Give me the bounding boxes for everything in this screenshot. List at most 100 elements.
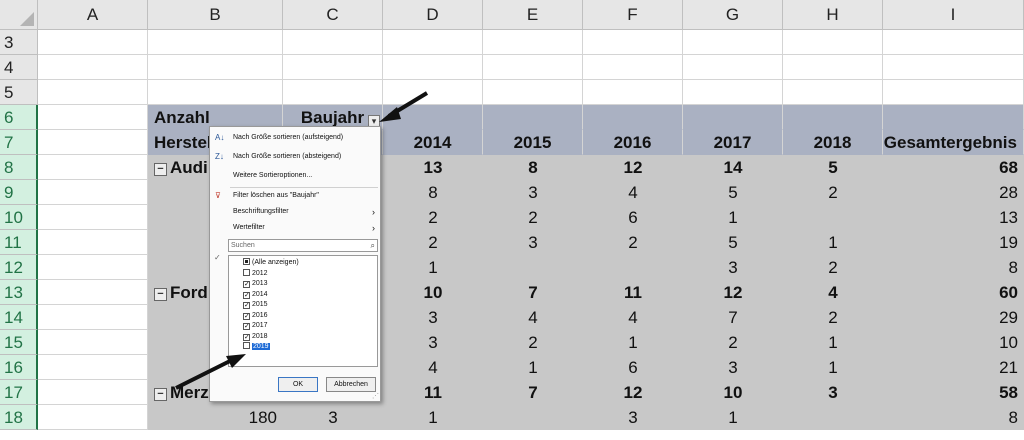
cell-h10[interactable]: [783, 205, 883, 230]
row-header-14[interactable]: 14: [0, 305, 38, 330]
label-filter-item[interactable]: Beschriftungsfilter ›: [210, 204, 380, 220]
cell-f11[interactable]: 2: [583, 230, 683, 255]
cell-e15[interactable]: 2: [483, 330, 583, 355]
cell-d13[interactable]: 10: [383, 280, 483, 305]
cell-d9[interactable]: 8: [383, 180, 483, 205]
cell-g13[interactable]: 12: [683, 280, 783, 305]
cell-e4[interactable]: [483, 55, 583, 80]
cell-f8[interactable]: 12: [583, 155, 683, 180]
more-sort-options-item[interactable]: Weitere Sortieroptionen...: [210, 168, 380, 184]
clear-filter-item[interactable]: ⊽ Filter löschen aus "Baujahr": [210, 188, 380, 204]
row-header-16[interactable]: 16: [0, 355, 38, 380]
column-header-c[interactable]: C: [283, 0, 383, 30]
row-header-12[interactable]: 12: [0, 255, 38, 280]
filter-item-2015[interactable]: ✓ 2015: [243, 300, 268, 310]
cell-g14[interactable]: 7: [683, 305, 783, 330]
cell-h8[interactable]: 5: [783, 155, 883, 180]
cell-d7[interactable]: 2014: [383, 130, 483, 155]
cell-d18[interactable]: 1: [383, 405, 483, 430]
cell-e6[interactable]: [483, 105, 583, 130]
cell-d14[interactable]: 3: [383, 305, 483, 330]
cell-h14[interactable]: 2: [783, 305, 883, 330]
cell-a5[interactable]: [38, 80, 148, 105]
row-header-3[interactable]: 3: [0, 30, 38, 55]
sort-ascending-item[interactable]: A↓ Nach Größe sortieren (aufsteigend): [210, 130, 380, 146]
cell-a13[interactable]: [38, 280, 148, 305]
cell-a16[interactable]: [38, 355, 148, 380]
row-header-8[interactable]: 8: [0, 155, 38, 180]
cell-i17[interactable]: 58: [883, 380, 1024, 405]
resize-grip-icon[interactable]: ⋰: [372, 392, 379, 400]
cell-f13[interactable]: 11: [583, 280, 683, 305]
cell-d10[interactable]: 2: [383, 205, 483, 230]
cell-i7[interactable]: Gesamtergebnis: [883, 130, 1024, 155]
column-header-f[interactable]: F: [583, 0, 683, 30]
cell-a10[interactable]: [38, 205, 148, 230]
cell-f17[interactable]: 12: [583, 380, 683, 405]
cancel-button[interactable]: Abbrechen: [326, 377, 376, 392]
cell-f7[interactable]: 2016: [583, 130, 683, 155]
ok-button[interactable]: OK: [278, 377, 318, 392]
cell-i6[interactable]: [883, 105, 1024, 130]
cell-b5[interactable]: [148, 80, 283, 105]
checkbox[interactable]: ✓: [243, 312, 250, 320]
column-header-g[interactable]: G: [683, 0, 783, 30]
cell-a14[interactable]: [38, 305, 148, 330]
cell-g10[interactable]: 1: [683, 205, 783, 230]
checkbox[interactable]: ✓: [243, 323, 250, 330]
cell-e10[interactable]: 2: [483, 205, 583, 230]
cell-f14[interactable]: 4: [583, 305, 683, 330]
cell-i12[interactable]: 8: [883, 255, 1024, 280]
checkbox[interactable]: [243, 268, 250, 276]
checkbox[interactable]: ✓: [243, 281, 250, 288]
cell-i16[interactable]: 21: [883, 355, 1024, 380]
cell-i8[interactable]: 68: [883, 155, 1024, 180]
cell-g11[interactable]: 5: [683, 230, 783, 255]
cell-g6[interactable]: [683, 105, 783, 130]
cell-h5[interactable]: [783, 80, 883, 105]
cell-f12[interactable]: [583, 255, 683, 280]
filter-item-2018[interactable]: ✓ 2018: [243, 332, 268, 342]
cell-i18[interactable]: 8: [883, 405, 1024, 430]
checkbox[interactable]: [243, 258, 250, 265]
filter-search-input[interactable]: Suchen ⌕: [228, 239, 378, 252]
cell-a9[interactable]: [38, 180, 148, 205]
cell-c3[interactable]: [283, 30, 383, 55]
cell-h18[interactable]: [783, 405, 883, 430]
filter-item-2016[interactable]: ✓ 2016: [243, 311, 268, 321]
cell-g12[interactable]: 3: [683, 255, 783, 280]
cell-e17[interactable]: 7: [483, 380, 583, 405]
cell-i3[interactable]: [883, 30, 1024, 55]
cell-a6[interactable]: [38, 105, 148, 130]
checkbox[interactable]: ✓: [243, 302, 250, 309]
cell-e14[interactable]: 4: [483, 305, 583, 330]
row-header-9[interactable]: 9: [0, 180, 38, 205]
cell-b4[interactable]: [148, 55, 283, 80]
cell-i5[interactable]: [883, 80, 1024, 105]
column-header-h[interactable]: H: [783, 0, 883, 30]
cell-f9[interactable]: 4: [583, 180, 683, 205]
cell-h6[interactable]: [783, 105, 883, 130]
cell-e18[interactable]: [483, 405, 583, 430]
column-header-d[interactable]: D: [383, 0, 483, 30]
filter-item-2017[interactable]: ✓ 2017: [243, 321, 268, 331]
cell-i11[interactable]: 19: [883, 230, 1024, 255]
cell-a15[interactable]: [38, 330, 148, 355]
cell-i10[interactable]: 13: [883, 205, 1024, 230]
cell-e5[interactable]: [483, 80, 583, 105]
cell-i9[interactable]: 28: [883, 180, 1024, 205]
cell-i15[interactable]: 10: [883, 330, 1024, 355]
cell-a7[interactable]: [38, 130, 148, 155]
row-header-17[interactable]: 17: [0, 380, 38, 405]
cell-h9[interactable]: 2: [783, 180, 883, 205]
cell-f6[interactable]: [583, 105, 683, 130]
cell-h17[interactable]: 3: [783, 380, 883, 405]
row-header-11[interactable]: 11: [0, 230, 38, 255]
cell-g16[interactable]: 3: [683, 355, 783, 380]
cell-a18[interactable]: [38, 405, 148, 430]
row-header-4[interactable]: 4: [0, 55, 38, 80]
cell-f5[interactable]: [583, 80, 683, 105]
cell-e9[interactable]: 3: [483, 180, 583, 205]
cell-i13[interactable]: 60: [883, 280, 1024, 305]
cell-i14[interactable]: 29: [883, 305, 1024, 330]
